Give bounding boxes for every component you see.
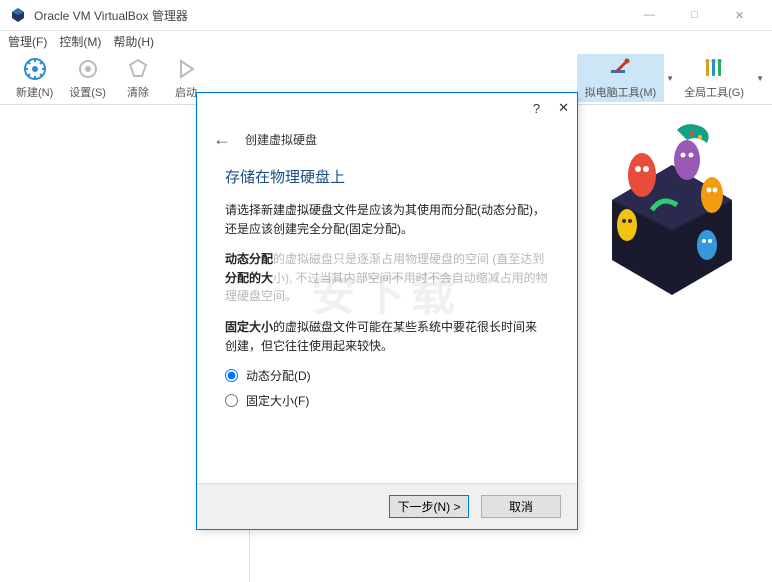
- back-arrow-icon[interactable]: ←: [213, 129, 231, 150]
- radio-group: 动态分配(D) 固定大小(F): [225, 367, 549, 409]
- menubar: 管理(F) 控制(M) 帮助(H): [0, 31, 772, 52]
- gear-icon: [75, 56, 101, 82]
- dialog-help-button[interactable]: ?: [533, 101, 540, 116]
- window-title: Oracle VM VirtualBox 管理器: [34, 7, 627, 24]
- chevron-down-icon[interactable]: ▼: [666, 74, 674, 83]
- dialog-header-title: 创建虚拟硬盘: [245, 131, 317, 148]
- dialog-heading: 存储在物理硬盘上: [225, 166, 549, 187]
- toolbar-vm-tools-label: 拟电脑工具(M): [585, 84, 657, 100]
- menu-control[interactable]: 控制(M): [59, 33, 101, 50]
- create-disk-dialog: ? ✕ ← 创建虚拟硬盘 存储在物理硬盘上 请选择新建虚拟硬盘文件是应该为其使用…: [196, 92, 578, 530]
- toolbar-new-label: 新建(N): [16, 84, 53, 100]
- next-button[interactable]: 下一步(N) >: [389, 495, 469, 518]
- titlebar: Oracle VM VirtualBox 管理器 — □ ✕: [0, 0, 772, 31]
- toolbar-global-tools-label: 全局工具(G): [684, 84, 744, 100]
- toolbar-global-tools[interactable]: 全局工具(G): [674, 54, 754, 102]
- radio-fixed-label: 固定大小(F): [246, 392, 309, 409]
- dialog-header: ← 创建虚拟硬盘: [197, 123, 577, 160]
- radio-dynamic-input[interactable]: [225, 369, 238, 382]
- menu-manage[interactable]: 管理(F): [8, 33, 47, 50]
- virtualbox-mascot: [592, 115, 752, 295]
- dialog-footer: 下一步(N) > 取消: [197, 483, 577, 529]
- dialog-para-1: 请选择新建虚拟硬盘文件是应该为其使用而分配(动态分配)，还是应该创建完全分配(固…: [225, 201, 549, 238]
- para2-bold2: 分配的大: [225, 271, 273, 285]
- para2-text1: 的虚拟磁盘只是逐渐占用物理硬盘的空间 (直至达到: [273, 252, 544, 266]
- chevron-down-icon[interactable]: ▼: [756, 74, 764, 83]
- dialog-body: 存储在物理硬盘上 请选择新建虚拟硬盘文件是应该为其使用而分配(动态分配)，还是应…: [197, 160, 577, 483]
- radio-fixed-input[interactable]: [225, 394, 238, 407]
- para3-bold: 固定大小: [225, 320, 273, 334]
- toolbar-settings[interactable]: 设置(S): [61, 54, 114, 102]
- radio-fixed[interactable]: 固定大小(F): [225, 392, 549, 409]
- para2-bold1: 动态分配: [225, 252, 273, 266]
- para2-text2: 小), 不过当其内部空间不用时不会自动缩减占用的物理硬盘空间。: [225, 271, 548, 304]
- toolbar-vm-tools[interactable]: 拟电脑工具(M): [577, 54, 665, 102]
- vm-tools-icon: [607, 56, 633, 82]
- maximize-button[interactable]: □: [672, 0, 717, 31]
- clear-icon: [125, 56, 151, 82]
- dialog-close-button[interactable]: ✕: [558, 100, 569, 116]
- cancel-button[interactable]: 取消: [481, 495, 561, 518]
- global-tools-icon: [701, 56, 727, 82]
- new-icon: [22, 56, 48, 82]
- toolbar-clear[interactable]: 清除: [114, 54, 162, 102]
- close-button[interactable]: ✕: [717, 0, 762, 31]
- toolbar-settings-label: 设置(S): [69, 84, 106, 100]
- radio-dynamic[interactable]: 动态分配(D): [225, 367, 549, 384]
- toolbar-clear-label: 清除: [127, 84, 149, 100]
- menu-help[interactable]: 帮助(H): [113, 33, 154, 50]
- start-icon: [173, 56, 199, 82]
- minimize-button[interactable]: —: [627, 0, 672, 31]
- dialog-para-2: 动态分配的虚拟磁盘只是逐渐占用物理硬盘的空间 (直至达到 分配的大小), 不过当…: [225, 250, 549, 306]
- toolbar-new[interactable]: 新建(N): [8, 54, 61, 102]
- radio-dynamic-label: 动态分配(D): [246, 367, 311, 384]
- toolbar-start-label: 启动: [175, 84, 197, 100]
- app-icon: [10, 7, 26, 23]
- dialog-titlebar: ? ✕: [197, 93, 577, 123]
- dialog-para-3: 固定大小的虚拟磁盘文件可能在某些系统中要花很长时间来创建，但它往往使用起来较快。: [225, 318, 549, 355]
